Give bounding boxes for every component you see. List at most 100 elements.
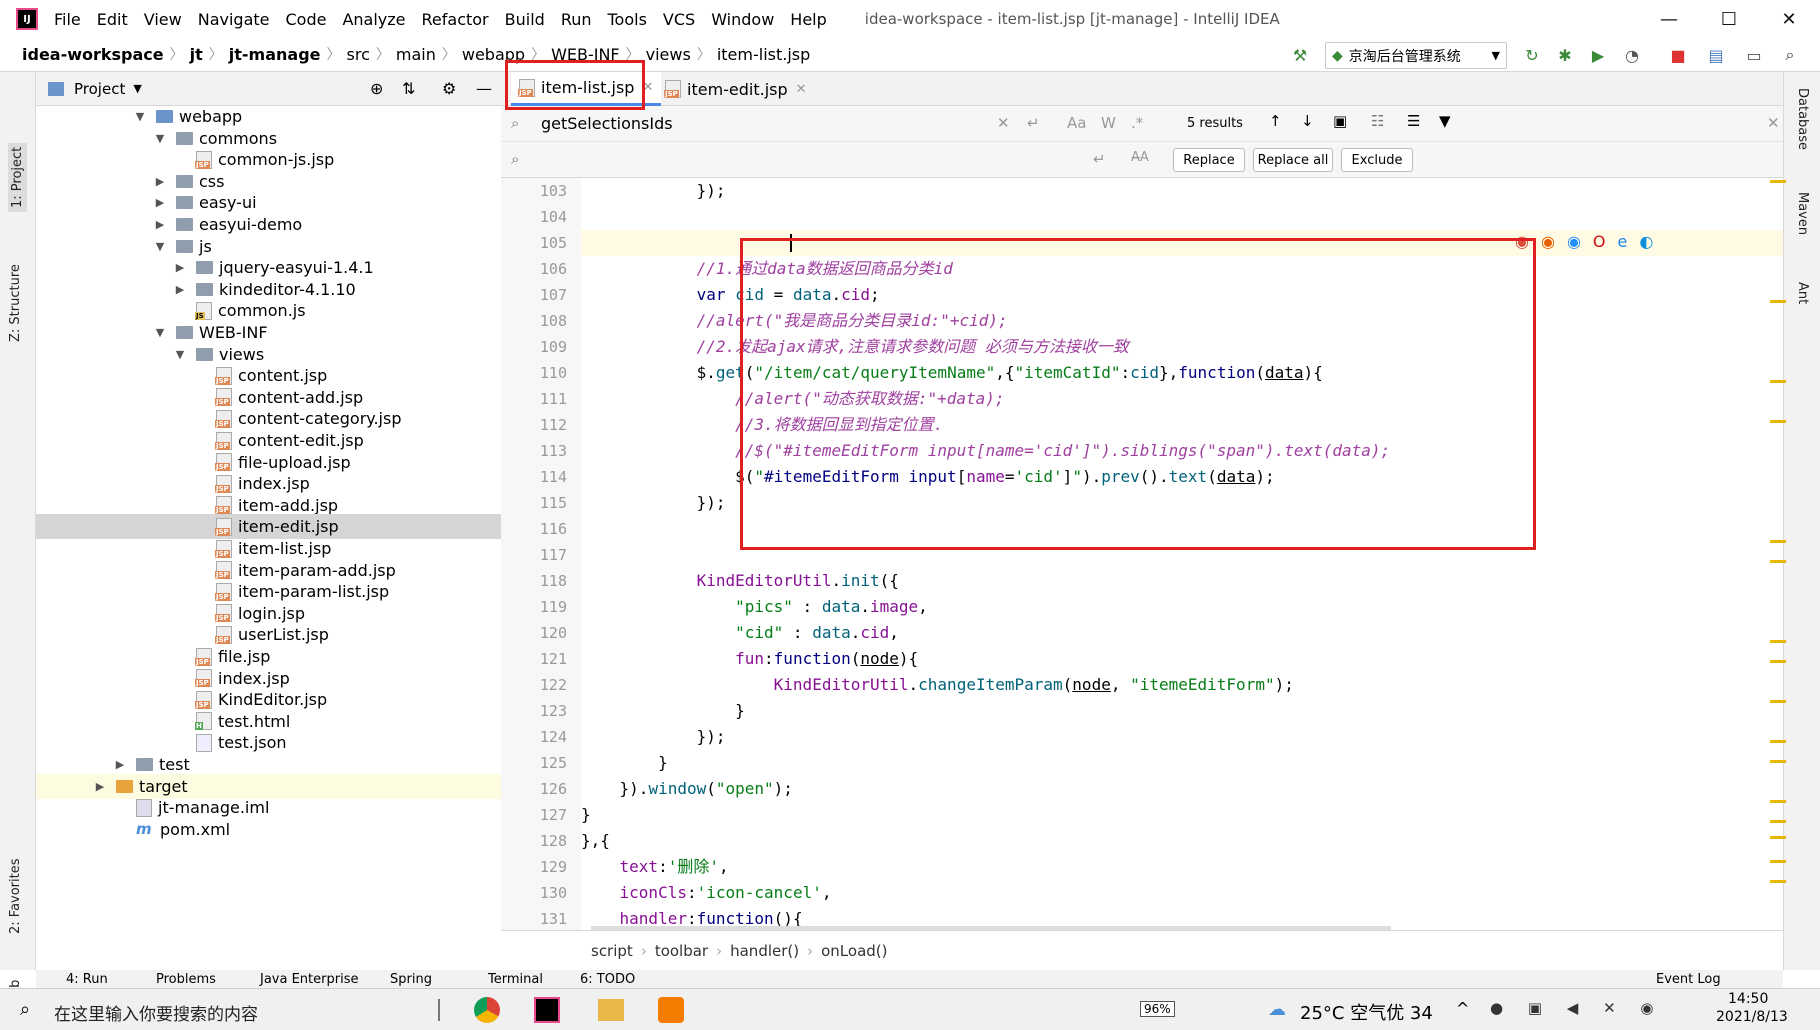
- chevron-right-icon[interactable]: ▶: [154, 175, 166, 188]
- collapse-all-icon[interactable]: ⇅: [402, 79, 415, 98]
- close-icon[interactable]: ✕: [796, 82, 807, 97]
- player-icon[interactable]: [658, 997, 684, 1023]
- breadcrumb-item[interactable]: idea-workspace: [22, 45, 164, 64]
- code-breadcrumb-item[interactable]: handler(): [730, 942, 799, 960]
- menu-window[interactable]: Window: [711, 10, 774, 29]
- project-structure-icon[interactable]: ▤: [1706, 45, 1726, 65]
- layout-icon[interactable]: ▭: [1744, 45, 1764, 65]
- intellij-icon[interactable]: [534, 997, 560, 1023]
- tab-structure[interactable]: Z: Structure: [8, 264, 23, 342]
- run-config-select[interactable]: ◆ 京淘后台管理系统 ▼: [1325, 42, 1507, 69]
- usage-marker[interactable]: [1770, 800, 1786, 803]
- menu-analyze[interactable]: Analyze: [342, 10, 405, 29]
- usage-marker[interactable]: [1770, 640, 1786, 643]
- select-all-icon[interactable]: ▣: [1333, 112, 1347, 130]
- usage-marker[interactable]: [1770, 660, 1786, 663]
- menu-navigate[interactable]: Navigate: [198, 10, 270, 29]
- menu-run[interactable]: Run: [561, 10, 592, 29]
- explorer-icon[interactable]: [598, 999, 624, 1021]
- preserve-case-icon[interactable]: A̶A: [1131, 150, 1149, 165]
- tab-maven[interactable]: Maven: [1795, 192, 1810, 235]
- chevron-down-icon[interactable]: ▼: [174, 348, 186, 361]
- tab-item-list[interactable]: item-list.jsp ✕: [511, 72, 662, 106]
- breadcrumb-item[interactable]: jt: [190, 45, 203, 64]
- regex-toggle[interactable]: .*: [1131, 114, 1143, 132]
- arrow-up-icon[interactable]: ↑: [1269, 112, 1282, 130]
- tree-item[interactable]: m pom.xml: [36, 817, 501, 842]
- filter-occurrences-icon[interactable]: ☷: [1371, 112, 1384, 130]
- whole-word-toggle[interactable]: W: [1101, 114, 1116, 132]
- usage-marker[interactable]: [1770, 860, 1786, 863]
- arrow-down-icon[interactable]: ↓: [1301, 112, 1314, 130]
- battery-indicator[interactable]: 96%: [1140, 1001, 1175, 1017]
- tray-icons[interactable]: ● ▣ ◀ ✕ ◉: [1490, 999, 1664, 1017]
- menu-build[interactable]: Build: [505, 10, 545, 29]
- firefox-icon[interactable]: ◉: [1541, 232, 1555, 251]
- usage-marker[interactable]: [1770, 300, 1786, 303]
- usage-marker[interactable]: [1770, 760, 1786, 763]
- search-input[interactable]: getSelectionsIds: [541, 114, 673, 133]
- menu-refactor[interactable]: Refactor: [422, 10, 489, 29]
- code-editor[interactable]: }); //1.通过data数据返回商品分类id var cid = data.…: [581, 178, 1783, 930]
- opera-icon[interactable]: O: [1593, 232, 1606, 251]
- chevron-down-icon[interactable]: ▼: [134, 110, 146, 123]
- tool-window-tab[interactable]: 6: TODO: [580, 972, 635, 987]
- debug-icon[interactable]: ✱: [1555, 45, 1575, 65]
- tool-window-tab[interactable]: Terminal: [488, 972, 543, 987]
- chevron-right-icon[interactable]: ▶: [154, 196, 166, 209]
- multiline-icon[interactable]: ☰: [1407, 112, 1420, 130]
- usage-marker[interactable]: [1770, 420, 1786, 423]
- chrome-icon[interactable]: ◉: [1515, 232, 1529, 251]
- usage-marker[interactable]: [1770, 880, 1786, 883]
- tool-window-tab[interactable]: Spring: [390, 972, 432, 987]
- chevron-down-icon[interactable]: ▼: [154, 326, 166, 339]
- coverage-icon[interactable]: ▶: [1588, 45, 1608, 65]
- chevron-right-icon[interactable]: ▶: [114, 758, 126, 771]
- usage-marker[interactable]: [1770, 180, 1786, 183]
- usage-marker[interactable]: [1770, 560, 1786, 563]
- locate-icon[interactable]: ⊕: [370, 79, 383, 98]
- chevron-right-icon[interactable]: ▶: [154, 218, 166, 231]
- chrome-icon[interactable]: [474, 997, 500, 1023]
- tool-window-tab[interactable]: Event Log: [1656, 972, 1721, 987]
- project-panel-title[interactable]: Project: [74, 80, 125, 98]
- tab-item-edit[interactable]: item-edit.jsp ✕: [657, 72, 815, 106]
- newline-icon[interactable]: ↵: [1093, 150, 1106, 168]
- replace-all-button[interactable]: Replace all: [1253, 148, 1333, 172]
- ie-icon[interactable]: e: [1618, 232, 1628, 251]
- breadcrumb-item[interactable]: main: [396, 45, 436, 64]
- close-icon[interactable]: ✕: [642, 80, 653, 95]
- chevron-down-icon[interactable]: ▼: [154, 132, 166, 145]
- taskbar-search-input[interactable]: 在这里输入你要搜索的内容: [54, 1000, 258, 1025]
- chevron-right-icon[interactable]: ▶: [174, 261, 186, 274]
- clear-icon[interactable]: ✕: [997, 114, 1010, 132]
- tool-window-tab[interactable]: Java Enterprise: [260, 972, 358, 987]
- breadcrumb-item[interactable]: views: [646, 45, 691, 64]
- minimize-button[interactable]: —: [1640, 0, 1698, 38]
- newline-icon[interactable]: ↵: [1027, 114, 1040, 132]
- close-icon[interactable]: ✕: [1767, 114, 1780, 132]
- safari-icon[interactable]: ◉: [1567, 232, 1581, 251]
- tab-ant[interactable]: Ant: [1795, 282, 1810, 304]
- hide-icon[interactable]: —: [476, 79, 492, 98]
- tool-window-tab[interactable]: 4: Run: [66, 972, 108, 987]
- tool-window-tab[interactable]: Problems: [156, 972, 216, 987]
- build-hammer-icon[interactable]: ⚒: [1290, 45, 1310, 65]
- breadcrumb-item[interactable]: webapp: [462, 45, 525, 64]
- menu-help[interactable]: Help: [790, 10, 826, 29]
- usage-marker[interactable]: [1770, 540, 1786, 543]
- search-everywhere-icon[interactable]: ⌕: [1780, 45, 1800, 65]
- menu-view[interactable]: View: [144, 10, 182, 29]
- breadcrumb-item[interactable]: item-list.jsp: [717, 45, 810, 64]
- menu-vcs[interactable]: VCS: [663, 10, 695, 29]
- weather-text[interactable]: 25°C 空气优 34: [1300, 999, 1433, 1025]
- tab-favorites[interactable]: 2: Favorites: [8, 858, 23, 934]
- usage-marker[interactable]: [1770, 380, 1786, 383]
- edge-icon[interactable]: ◐: [1639, 232, 1653, 251]
- chevron-right-icon[interactable]: ▶: [174, 283, 186, 296]
- breadcrumb-item[interactable]: WEB-INF: [551, 45, 620, 64]
- code-breadcrumb-item[interactable]: toolbar: [655, 942, 708, 960]
- menu-code[interactable]: Code: [286, 10, 327, 29]
- usage-marker[interactable]: [1770, 836, 1786, 839]
- tab-project[interactable]: 1: Project: [8, 142, 27, 212]
